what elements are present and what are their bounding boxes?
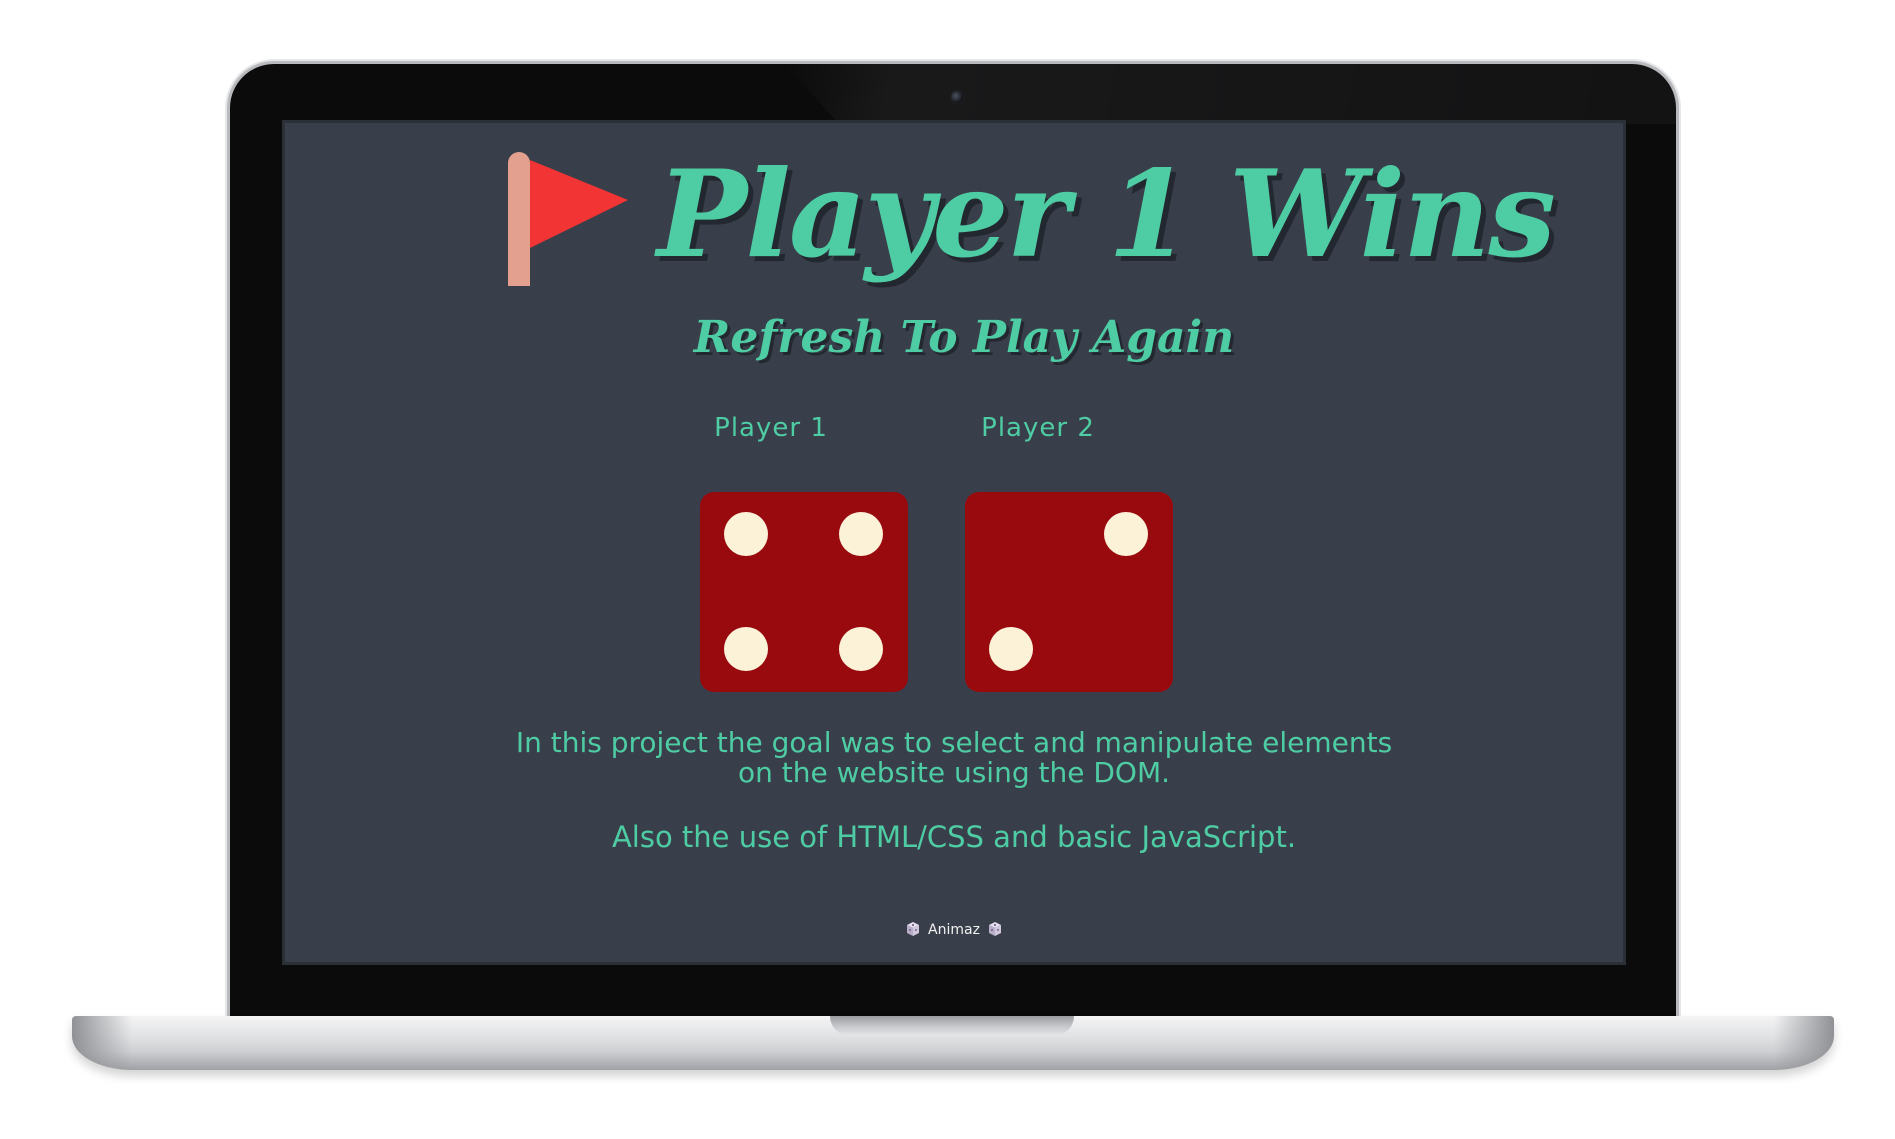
page-title: Player 1 Wins [657,144,1556,285]
footer-credit-text: Animaz [928,922,980,938]
die-pip [989,627,1033,671]
red-flag-icon [508,152,628,286]
footer-credit: Animaz [282,920,1626,940]
die-pip [1104,512,1148,556]
lid-glare [785,64,1676,124]
laptop-mockup: Player 1 Wins Refresh To Play Again Play… [0,0,1895,1139]
laptop-base-edge [72,1016,132,1070]
player-1-label: Player 1 [714,413,828,443]
player-1-die [700,492,908,692]
player-2-label: Player 2 [981,413,1095,443]
page-subtitle: Refresh To Play Again [693,312,1235,363]
laptop-lid: Player 1 Wins Refresh To Play Again Play… [230,64,1676,1024]
description-line-1: In this project the goal was to select a… [515,726,1393,759]
description-line-2: on the website using the DOM. [737,756,1171,789]
camera-icon [951,91,963,103]
title-row: Player 1 Wins [282,144,1626,288]
player-2-die [965,492,1173,692]
description-line-3: Also the use of HTML/CSS and basic JavaS… [611,820,1297,854]
project-description: In this project the goal was to select a… [282,728,1626,788]
game-die-icon [907,922,920,936]
die-pip [839,627,883,671]
game-die-icon [988,922,1001,936]
app-screen: Player 1 Wins Refresh To Play Again Play… [282,120,1626,965]
laptop-opening-notch [830,1016,1074,1036]
laptop-base-edge [1774,1016,1834,1070]
die-pip [839,512,883,556]
die-pip [724,627,768,671]
die-pip [724,512,768,556]
